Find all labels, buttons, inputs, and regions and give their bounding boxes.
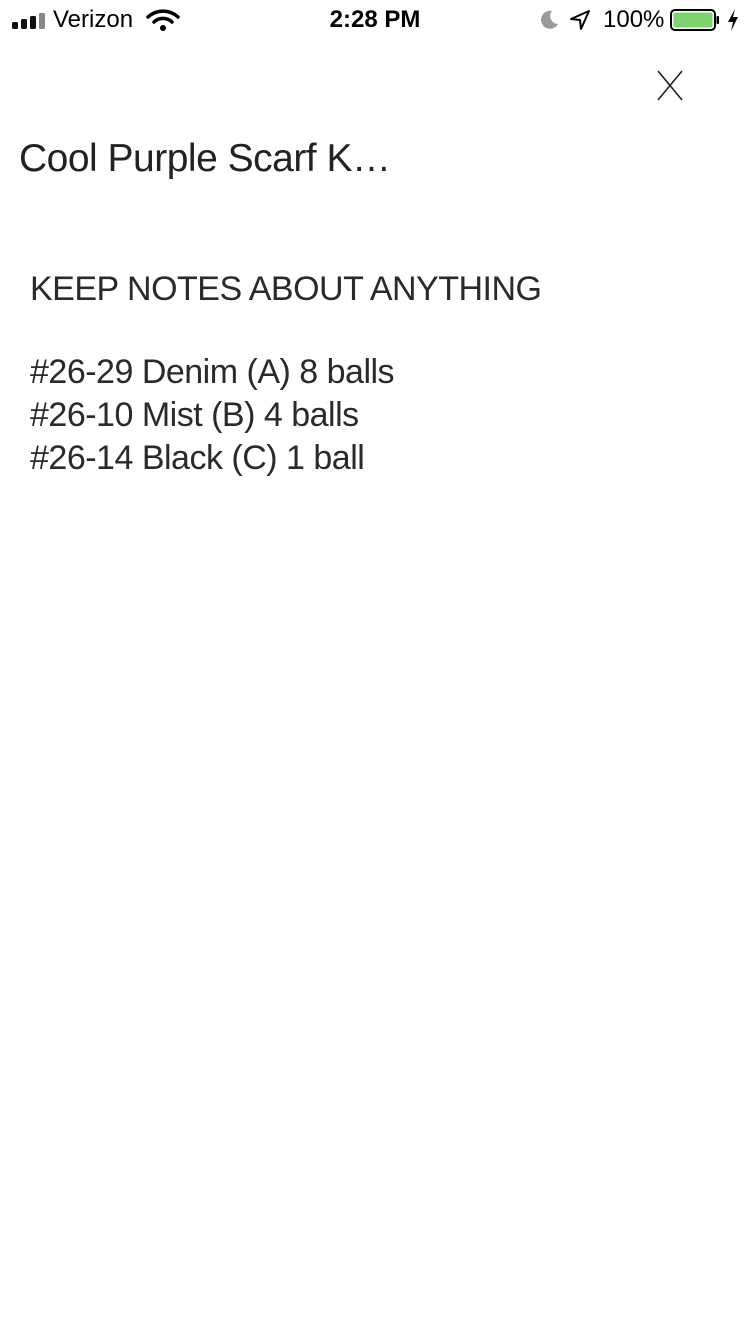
note-body-editor[interactable]: KEEP NOTES ABOUT ANYTHING #26-29 Denim (… [30, 268, 720, 480]
moon-icon [541, 10, 558, 29]
close-button[interactable] [650, 64, 692, 106]
status-bar: Verizon 2:28 PM 100% [0, 0, 750, 40]
battery-percent: 100% [603, 6, 665, 33]
note-title[interactable]: Cool Purple Scarf K… [19, 137, 391, 181]
note-line: #26-10 Mist (B) 4 balls [30, 396, 359, 434]
charging-bolt-icon [728, 9, 738, 31]
battery-icon [670, 9, 719, 31]
location-arrow-icon [570, 10, 590, 30]
close-icon [657, 70, 683, 101]
note-line: #26-14 Black (C) 1 ball [30, 439, 365, 477]
note-blank-line [30, 311, 720, 351]
note-line: KEEP NOTES ABOUT ANYTHING [30, 270, 542, 308]
note-line: #26-29 Denim (A) 8 balls [30, 353, 395, 391]
